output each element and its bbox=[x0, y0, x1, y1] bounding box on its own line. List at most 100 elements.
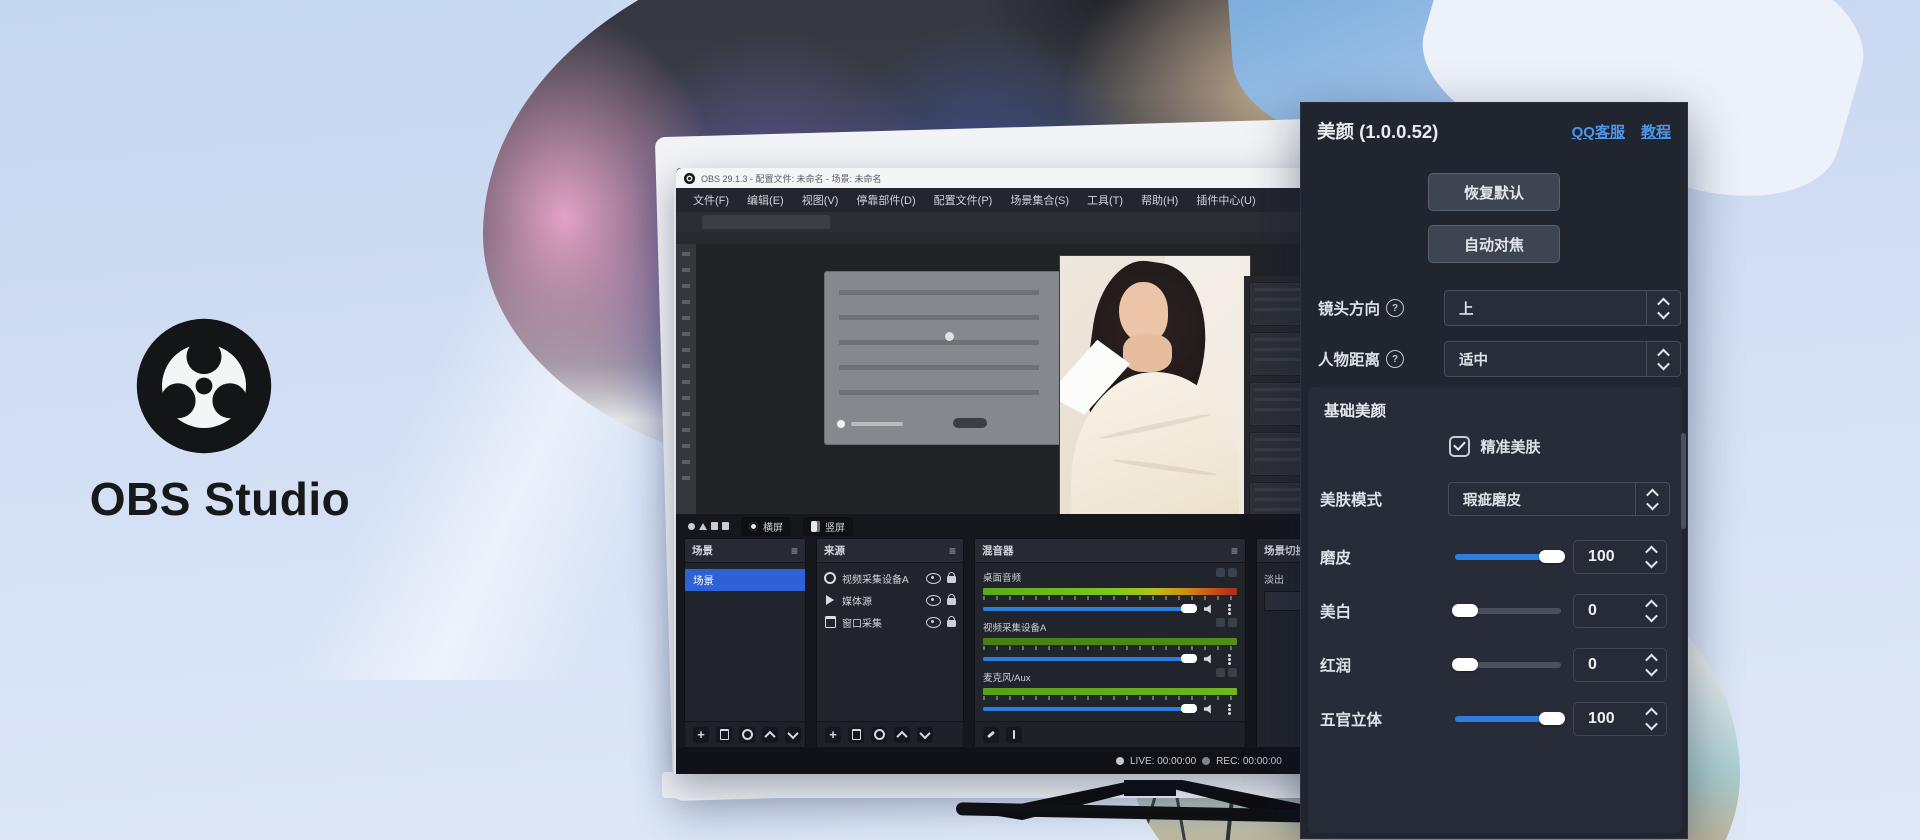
channel-buttons[interactable] bbox=[1216, 568, 1237, 577]
remove-scene-button[interactable] bbox=[716, 727, 732, 743]
auto-focus-button[interactable]: 自动对焦 bbox=[1428, 225, 1560, 263]
mixer-advanced-button[interactable] bbox=[1006, 727, 1022, 743]
rosy-stepper[interactable]: 0 bbox=[1573, 648, 1667, 682]
channel-buttons[interactable] bbox=[1216, 668, 1237, 677]
beauty-filter-panel: 美颜 (1.0.0.52) QQ客服 教程 恢复默认 自动对焦 镜头方向 上 人… bbox=[1300, 102, 1688, 839]
remove-source-button[interactable] bbox=[848, 727, 864, 743]
skin-mode-select[interactable]: 瑕疵磨皮 bbox=[1448, 482, 1670, 516]
rec-timer: REC: 00:00:00 bbox=[1216, 756, 1282, 767]
scene-list-item-selected[interactable]: 场景 bbox=[685, 569, 805, 591]
move-source-up-button[interactable] bbox=[894, 727, 910, 743]
visibility-eye-icon[interactable] bbox=[926, 573, 941, 584]
hamburger-icon[interactable]: ≡ bbox=[1231, 545, 1238, 557]
precise-skin-row: 精准美肤 bbox=[1308, 431, 1682, 461]
tab-portrait-view[interactable]: 竖屏 bbox=[803, 517, 853, 536]
menu-file[interactable]: 文件(F) bbox=[684, 192, 738, 208]
menu-scene-collection[interactable]: 场景集合(S) bbox=[1001, 192, 1078, 208]
volume-track bbox=[983, 607, 1191, 611]
face-3d-slider[interactable] bbox=[1455, 716, 1561, 722]
menu-edit[interactable]: 编辑(E) bbox=[738, 192, 793, 208]
visibility-eye-icon[interactable] bbox=[926, 617, 941, 628]
volume-handle[interactable] bbox=[1181, 704, 1197, 713]
select-spinner[interactable] bbox=[1646, 291, 1680, 325]
source-list-item[interactable]: 窗口采集 bbox=[817, 611, 963, 633]
help-icon[interactable] bbox=[1386, 350, 1404, 368]
speaker-icon[interactable] bbox=[1204, 604, 1215, 614]
precise-skin-checkbox[interactable] bbox=[1449, 436, 1470, 457]
slider-thumb[interactable] bbox=[1539, 550, 1565, 563]
volume-slider[interactable] bbox=[983, 654, 1237, 663]
lock-icon[interactable] bbox=[947, 576, 956, 583]
menu-help[interactable]: 帮助(H) bbox=[1132, 192, 1187, 208]
menu-plugin-center[interactable]: 插件中心(U) bbox=[1187, 192, 1264, 208]
ps-panel-button bbox=[953, 418, 987, 428]
person-distance-select[interactable]: 适中 bbox=[1444, 341, 1681, 377]
decrement-chevron-icon[interactable] bbox=[1645, 610, 1658, 623]
hamburger-icon[interactable]: ≡ bbox=[791, 545, 798, 557]
triangle-icon bbox=[699, 523, 707, 530]
slider-thumb[interactable] bbox=[1539, 712, 1565, 725]
whitening-slider[interactable] bbox=[1455, 608, 1561, 614]
rosy-slider[interactable] bbox=[1455, 662, 1561, 668]
decrement-chevron-icon[interactable] bbox=[1645, 556, 1658, 569]
source-list-item[interactable]: 媒体源 bbox=[817, 589, 963, 611]
decrement-chevron-icon[interactable] bbox=[1645, 664, 1658, 677]
menu-profile[interactable]: 配置文件(P) bbox=[925, 192, 1002, 208]
camera-direction-select[interactable]: 上 bbox=[1444, 290, 1681, 326]
live-timer: LIVE: 00:00:00 bbox=[1130, 756, 1196, 767]
menu-view[interactable]: 视图(V) bbox=[793, 192, 848, 208]
source-list-item[interactable]: 视频采集设备A bbox=[817, 567, 963, 589]
smoothing-stepper[interactable]: 100 bbox=[1573, 540, 1667, 574]
mixer-config-button[interactable] bbox=[983, 727, 999, 743]
more-options-icon[interactable] bbox=[1228, 708, 1231, 711]
lock-icon[interactable] bbox=[947, 598, 956, 605]
scenes-dock-header[interactable]: 场景 ≡ bbox=[685, 539, 805, 563]
ps-slider-knob bbox=[945, 332, 954, 341]
channel-buttons[interactable] bbox=[1216, 618, 1237, 627]
mixer-dock-header[interactable]: 混音器 ≡ bbox=[975, 539, 1245, 563]
menu-docks[interactable]: 停靠部件(D) bbox=[847, 192, 924, 208]
slider-thumb[interactable] bbox=[1452, 658, 1478, 671]
record-status-dot-icon bbox=[1202, 757, 1210, 765]
lock-icon[interactable] bbox=[947, 620, 956, 627]
volume-track bbox=[983, 657, 1191, 661]
move-scene-up-button[interactable] bbox=[762, 727, 778, 743]
move-scene-down-button[interactable] bbox=[785, 727, 801, 743]
volume-slider[interactable] bbox=[983, 704, 1237, 713]
volume-handle[interactable] bbox=[1181, 604, 1197, 613]
selected-value: 适中 bbox=[1459, 349, 1646, 370]
beauty-panel-header: 美颜 (1.0.0.52) QQ客服 教程 bbox=[1301, 103, 1687, 159]
scene-filters-button[interactable] bbox=[739, 727, 755, 743]
more-options-icon[interactable] bbox=[1228, 658, 1231, 661]
video-capture-icon bbox=[824, 572, 836, 584]
tutorial-link[interactable]: 教程 bbox=[1641, 121, 1671, 142]
select-spinner[interactable] bbox=[1646, 342, 1680, 376]
add-source-button[interactable] bbox=[825, 727, 841, 743]
help-icon[interactable] bbox=[1386, 299, 1404, 317]
sources-dock-header[interactable]: 来源 ≡ bbox=[817, 539, 963, 563]
move-source-down-button[interactable] bbox=[917, 727, 933, 743]
ps-document-tab bbox=[702, 215, 830, 229]
speaker-icon[interactable] bbox=[1204, 704, 1215, 714]
add-scene-button[interactable] bbox=[693, 727, 709, 743]
slider-thumb[interactable] bbox=[1452, 604, 1478, 617]
panel-scrollbar[interactable] bbox=[1681, 433, 1686, 529]
speaker-icon[interactable] bbox=[1204, 654, 1215, 664]
scenes-dock: 场景 ≡ 场景 bbox=[684, 538, 806, 748]
select-spinner[interactable] bbox=[1635, 483, 1669, 515]
menu-tools[interactable]: 工具(T) bbox=[1078, 192, 1132, 208]
more-options-icon[interactable] bbox=[1228, 608, 1231, 611]
volume-handle[interactable] bbox=[1181, 654, 1197, 663]
hamburger-icon[interactable]: ≡ bbox=[949, 545, 956, 557]
slider-label: 磨皮 bbox=[1320, 546, 1351, 568]
volume-slider[interactable] bbox=[983, 604, 1237, 613]
qq-support-link[interactable]: QQ客服 bbox=[1572, 121, 1625, 142]
source-properties-button[interactable] bbox=[871, 727, 887, 743]
face-3d-stepper[interactable]: 100 bbox=[1573, 702, 1667, 736]
visibility-eye-icon[interactable] bbox=[926, 595, 941, 606]
tab-landscape-view[interactable]: 横屏 bbox=[741, 517, 791, 536]
decrement-chevron-icon[interactable] bbox=[1645, 718, 1658, 731]
smoothing-slider[interactable] bbox=[1455, 554, 1561, 560]
restore-defaults-button[interactable]: 恢复默认 bbox=[1428, 173, 1560, 211]
whitening-stepper[interactable]: 0 bbox=[1573, 594, 1667, 628]
